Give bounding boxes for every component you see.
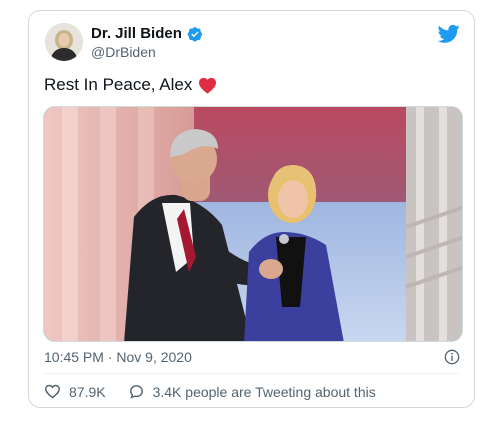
heart-outline-icon <box>45 384 60 399</box>
tweet-photo[interactable] <box>43 106 463 342</box>
tweet-text: Rest In Peace, Alex <box>44 75 217 95</box>
divider <box>43 373 460 374</box>
conversation-button[interactable]: 3.4K people are Tweeting about this <box>128 383 376 400</box>
like-button[interactable]: 87.9K <box>44 383 106 400</box>
like-count: 87.9K <box>69 383 106 400</box>
twitter-bird-icon[interactable] <box>438 24 460 44</box>
verified-badge-icon <box>187 26 202 41</box>
profile-photo-icon <box>45 23 83 61</box>
display-name[interactable]: Dr. Jill Biden <box>91 25 182 42</box>
info-icon[interactable] <box>444 349 460 365</box>
speech-bubble-icon <box>129 385 143 399</box>
name-row: Dr. Jill Biden <box>91 25 203 42</box>
user-handle[interactable]: @DrBiden <box>91 44 156 60</box>
conversation-text: 3.4K people are Tweeting about this <box>152 383 376 400</box>
photo-icon <box>44 107 462 341</box>
tweet-actions: 87.9K 3.4K people are Tweeting about thi… <box>44 383 376 400</box>
red-heart-icon <box>199 77 217 94</box>
tweet-timestamp[interactable]: 10:45 PM · Nov 9, 2020 <box>44 349 192 365</box>
tweet-card[interactable]: Dr. Jill Biden @DrBiden Rest In Peace, A… <box>28 10 475 408</box>
avatar[interactable] <box>45 23 83 61</box>
tweet-body: Rest In Peace, Alex <box>44 75 193 94</box>
